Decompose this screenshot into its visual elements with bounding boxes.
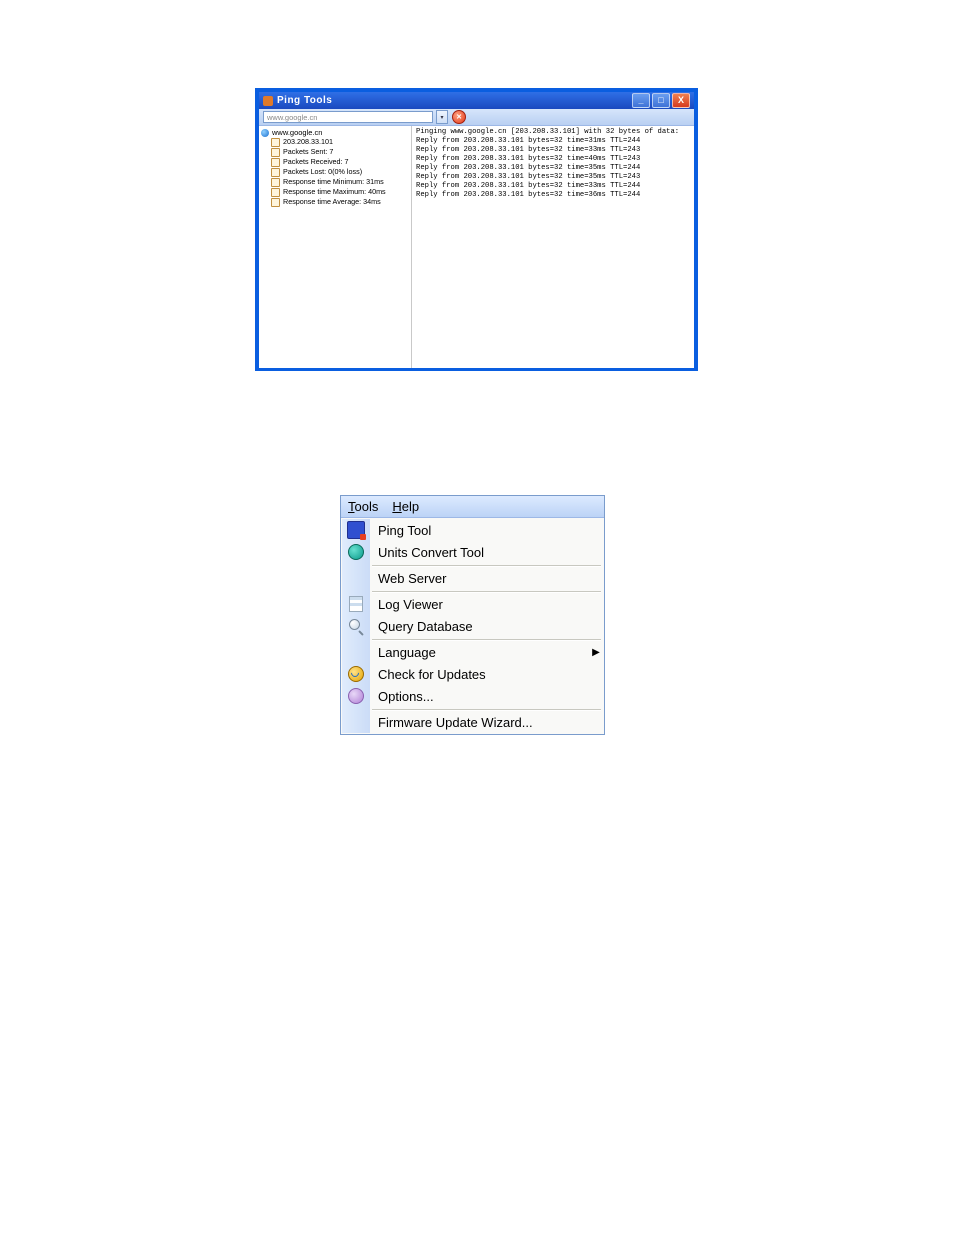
window-titlebar[interactable]: Ping Tools _ □ X [259,92,694,109]
ping-output-line: Reply from 203.208.33.101 bytes=32 time=… [416,146,690,155]
window-title: Ping Tools [277,92,632,109]
menu-icon-gutter [342,711,370,733]
address-input[interactable]: www.google.cn [263,111,433,123]
log-icon [349,596,363,612]
ping-icon [347,521,365,539]
stats-tree-item[interactable]: Packets Lost: 0(0% loss) [271,167,409,177]
stats-tree-item-label: Packets Lost: 0(0% loss) [283,167,362,177]
menu-icon-gutter [342,685,370,707]
units-icon [348,544,364,560]
menu-item[interactable]: Language▶ [342,641,603,663]
menubar: Tools Help [341,496,604,518]
menu-item-label: Ping Tool [370,523,603,538]
submenu-arrow-icon: ▶ [589,647,603,658]
options-icon [348,688,364,704]
menu-icon-gutter [342,541,370,563]
stats-tree-pane: www.google.cn 203.208.33.101Packets Sent… [259,126,412,368]
ping-toolbar: www.google.cn ▾ ✕ [259,109,694,126]
stat-icon [271,178,280,187]
stop-button[interactable]: ✕ [452,110,466,124]
stats-tree-item-label: Response time Average: 34ms [283,197,381,207]
separator-line [372,565,601,566]
ping-output-line: Reply from 203.208.33.101 bytes=32 time=… [416,137,690,146]
menu-item-label: Check for Updates [370,667,603,682]
menu-icon-gutter [342,593,370,615]
app-icon [263,96,273,106]
tree-root[interactable]: www.google.cn [261,128,409,137]
menu-icon-gutter [342,663,370,685]
menu-item[interactable]: Ping Tool [342,519,603,541]
close-button[interactable]: X [672,93,690,108]
stats-tree-item[interactable]: Packets Received: 7 [271,157,409,167]
menu-item[interactable]: Log Viewer [342,593,603,615]
menu-item[interactable]: Query Database [342,615,603,637]
menu-item-label: Language [370,645,589,660]
stats-tree-item[interactable]: Response time Maximum: 40ms [271,187,409,197]
tools-menu-snippet: Tools Help Ping Tool Units Convert Tool We… [340,495,605,735]
ping-output-line: Reply from 203.208.33.101 bytes=32 time=… [416,155,690,164]
menu-item-label: Query Database [370,619,603,634]
stats-tree-item[interactable]: Response time Average: 34ms [271,197,409,207]
globe-icon [261,129,269,137]
menu-item[interactable]: Options... [342,685,603,707]
menu-icon-gutter [342,641,370,663]
menu-item[interactable]: Web Server [342,567,603,589]
menubar-help[interactable]: Help [385,496,426,517]
stats-tree-item[interactable]: Response time Minimum: 31ms [271,177,409,187]
menu-item-label: Web Server [370,571,603,586]
stat-icon [271,148,280,157]
menu-icon-gutter [342,519,370,541]
stat-icon [271,158,280,167]
menu-icon-gutter [342,615,370,637]
query-icon [349,619,363,633]
menu-item[interactable]: Firmware Update Wizard... [342,711,603,733]
stats-tree-item[interactable]: 203.208.33.101 [271,137,409,147]
separator-line [372,639,601,640]
menu-item-label: Firmware Update Wizard... [370,715,603,730]
menubar-tools[interactable]: Tools [341,496,385,517]
stats-tree-item-label: 203.208.33.101 [283,137,333,147]
stats-tree-item-label: Packets Received: 7 [283,157,349,167]
ping-tools-window: Ping Tools _ □ X www.google.cn ▾ ✕ www.g… [255,88,698,371]
separator-line [372,709,601,710]
tree-root-label: www.google.cn [272,128,322,137]
ping-output-line: Reply from 203.208.33.101 bytes=32 time=… [416,182,690,191]
ping-output-line: Reply from 203.208.33.101 bytes=32 time=… [416,164,690,173]
tools-dropdown: Ping Tool Units Convert Tool Web Server Log… [341,518,604,734]
menu-item[interactable]: Units Convert Tool [342,541,603,563]
menu-item-label: Units Convert Tool [370,545,603,560]
stat-icon [271,188,280,197]
stats-tree-item[interactable]: Packets Sent: 7 [271,147,409,157]
ping-body: www.google.cn 203.208.33.101Packets Sent… [259,126,694,368]
separator-line [372,591,601,592]
stat-icon [271,138,280,147]
stat-icon [271,198,280,207]
stats-tree-item-label: Packets Sent: 7 [283,147,333,157]
menubar-help-underline: H [392,499,401,514]
ping-output-line: Reply from 203.208.33.101 bytes=32 time=… [416,173,690,182]
update-icon [348,666,364,682]
stats-tree-item-label: Response time Minimum: 31ms [283,177,384,187]
address-dropdown-button[interactable]: ▾ [436,110,448,124]
ping-output-pane: Pinging www.google.cn [203.208.33.101] w… [412,126,694,368]
minimize-button[interactable]: _ [632,93,650,108]
ping-output-line: Reply from 203.208.33.101 bytes=32 time=… [416,191,690,200]
menu-item[interactable]: Check for Updates [342,663,603,685]
ping-output-line: Pinging www.google.cn [203.208.33.101] w… [416,128,690,137]
menu-item-label: Options... [370,689,603,704]
menu-item-label: Log Viewer [370,597,603,612]
stats-tree-item-label: Response time Maximum: 40ms [283,187,386,197]
maximize-button[interactable]: □ [652,93,670,108]
menu-icon-gutter [342,567,370,589]
stat-icon [271,168,280,177]
